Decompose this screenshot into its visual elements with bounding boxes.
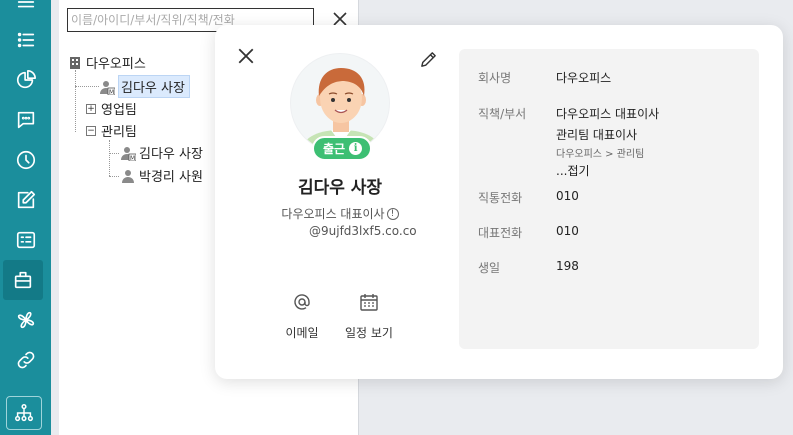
position-value: 관리팀 대표이사 [556, 128, 638, 142]
email-action-label: 이메일 [285, 326, 319, 340]
status-label: 출근 [323, 142, 346, 156]
tree-node-label: 관리팀 [101, 125, 137, 140]
detail-label: 직책/부서 [478, 107, 527, 121]
info-icon[interactable]: ! [386, 207, 399, 220]
id-card-icon[interactable] [0, 220, 51, 260]
detail-label: 회사명 [478, 71, 512, 85]
building-icon [67, 55, 83, 71]
tree-node-company[interactable]: 다우오피스 [67, 53, 146, 72]
tree-node-label: 김다우 사장 [139, 147, 203, 162]
edit-icon[interactable] [0, 180, 51, 220]
detail-value[interactable]: 010 [556, 189, 756, 203]
svg-text:M: M [109, 89, 114, 95]
tree-node-label: 영업팀 [101, 103, 137, 118]
detail-label: 대표전화 [478, 226, 523, 240]
user-manager-icon: M [120, 145, 136, 161]
tree-node-label: 박경리 사원 [139, 170, 203, 185]
collapse-icon[interactable]: − [86, 125, 96, 136]
schedule-action-button[interactable]: 일정 보기 [339, 290, 399, 341]
tree-line [109, 153, 119, 154]
left-nav-rail [0, 0, 51, 435]
user-icon [120, 168, 136, 184]
tree-node-sales-team[interactable]: + 영업팀 [86, 99, 137, 118]
clock-icon[interactable] [0, 140, 51, 180]
profile-title: 다우오피스 대표이사 [281, 207, 385, 221]
menu-icon[interactable] [0, 0, 51, 22]
tree-node-admin-team[interactable]: − 관리팀 [86, 121, 137, 140]
detail-value[interactable]: 010 [556, 224, 756, 238]
detail-value: 다우오피스 [556, 71, 612, 85]
at-sign-icon [272, 290, 332, 314]
profile-card: 출근 i 김다우 사장 다우오피스 대표이사 ! @9ujfd3lxf5.co.… [215, 25, 783, 379]
position-value: 다우오피스 대표이사 [556, 107, 660, 121]
chat-icon[interactable] [0, 100, 51, 140]
tree-node-member-selected[interactable]: M 김다우 사장 [99, 75, 190, 98]
detail-value-group: 다우오피스 대표이사 관리팀 대표이사 다우오피스 > 관리팀 ...접기 [556, 105, 756, 179]
user-manager-icon: M [99, 79, 115, 95]
info-icon[interactable]: i [349, 142, 363, 155]
pie-chart-icon[interactable] [0, 60, 51, 100]
profile-details-panel: 회사명 다우오피스 직책/부서 다우오피스 대표이사 관리팀 대표이사 다우오피… [459, 49, 759, 349]
detail-label: 생일 [478, 261, 501, 275]
expand-icon[interactable]: + [86, 103, 96, 114]
link-icon[interactable] [0, 340, 51, 380]
tree-node-member[interactable]: M 김다우 사장 [120, 143, 203, 162]
profile-name: 김다우 사장 [297, 178, 383, 198]
close-icon[interactable] [235, 45, 257, 67]
pencil-icon[interactable] [417, 48, 439, 70]
tree-line [109, 140, 110, 176]
calendar-icon [339, 290, 399, 314]
org-chart-icon[interactable] [6, 396, 42, 430]
svg-text:M: M [130, 155, 135, 161]
fan-icon[interactable] [0, 300, 51, 340]
department-path: 다우오피스 > 관리팀 [556, 149, 645, 160]
tree-node-label: 다우오피스 [86, 57, 146, 72]
tree-line [75, 70, 76, 132]
detail-value: 198 [556, 259, 579, 273]
detail-label: 직통전화 [478, 191, 523, 205]
tree-node-label: 김다우 사장 [118, 75, 190, 98]
tree-line [75, 86, 99, 87]
list-icon[interactable] [0, 20, 51, 60]
schedule-action-label: 일정 보기 [345, 326, 393, 340]
attendance-status-badge[interactable]: 출근 i [312, 136, 373, 161]
profile-title-line: 다우오피스 대표이사 ! [215, 205, 465, 222]
email-action-button[interactable]: 이메일 [272, 290, 332, 341]
collapse-toggle[interactable]: ...접기 [556, 162, 756, 179]
briefcase-icon[interactable] [3, 260, 43, 300]
tree-line [109, 176, 119, 177]
tree-node-member[interactable]: 박경리 사원 [120, 166, 203, 185]
profile-email[interactable]: @9ujfd3lxf5.co.co [309, 224, 417, 238]
